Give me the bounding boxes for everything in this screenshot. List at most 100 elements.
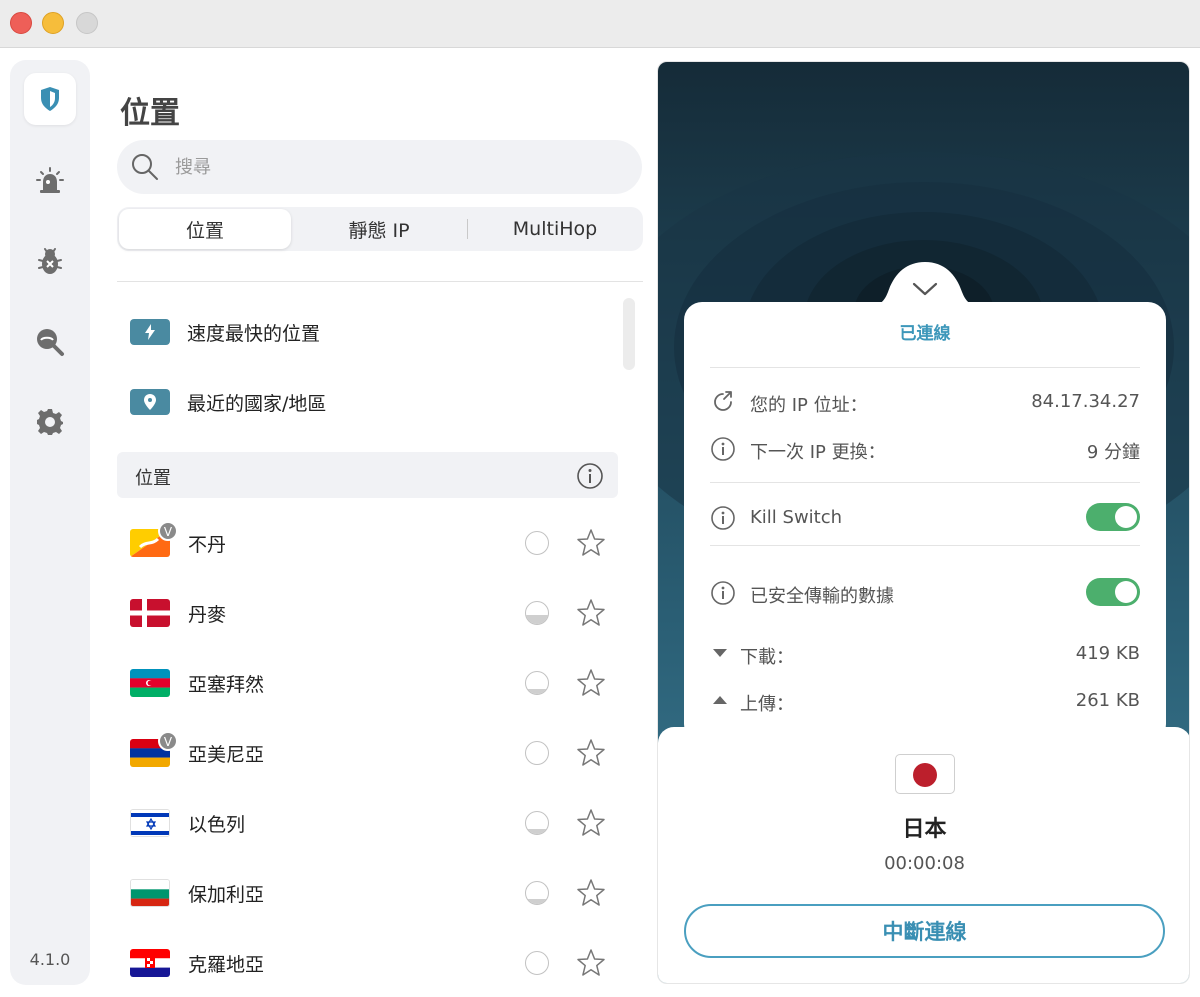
kill-switch-row: Kill Switch: [710, 503, 1140, 533]
next-ip-label: 下一次 IP 更換：: [750, 442, 886, 463]
scrollbar-thumb[interactable]: [623, 298, 635, 370]
country-row[interactable]: V 不丹: [117, 508, 618, 578]
virtual-location-badge: V: [158, 521, 178, 541]
gear-icon: [37, 409, 63, 435]
download-label: 下載：: [740, 647, 794, 668]
recent-countries-item[interactable]: 最近的國家/地區: [130, 382, 326, 422]
toggle-knob: [1115, 581, 1137, 603]
sidebar-item-alerts[interactable]: [24, 155, 76, 207]
next-ip-value: 9 分鐘: [1086, 442, 1140, 463]
flag-croatia-icon: [130, 949, 170, 977]
favorite-star-icon[interactable]: [576, 948, 606, 978]
info-icon[interactable]: [710, 580, 736, 606]
divider: [710, 545, 1140, 546]
disconnect-button[interactable]: 中斷連線: [684, 904, 1165, 958]
secure-data-label: 已安全傳輸的數據: [750, 586, 894, 607]
country-row[interactable]: 亞塞拜然: [117, 648, 618, 718]
server-load-indicator: [525, 741, 549, 765]
tab-multihop[interactable]: MultiHop: [469, 209, 641, 249]
fastest-location-label: 速度最快的位置: [187, 322, 321, 345]
download-value: 419 KB: [1075, 643, 1140, 664]
window-titlebar: [0, 0, 1200, 48]
app-version: 4.1.0: [29, 950, 71, 969]
sidebar-item-antivirus[interactable]: [24, 235, 76, 287]
favorite-star-icon[interactable]: [576, 598, 606, 628]
alarm-icon: [36, 167, 64, 193]
tab-divider: [467, 219, 468, 239]
info-icon[interactable]: [710, 436, 736, 462]
server-load-indicator: [525, 671, 549, 695]
sidebar-item-locations[interactable]: [24, 73, 76, 125]
info-icon[interactable]: [576, 462, 604, 490]
ip-label: 您的 IP 位址：: [750, 395, 868, 416]
flag-japan-icon: [895, 754, 955, 794]
sidebar-item-settings[interactable]: [24, 396, 76, 448]
server-load-indicator: [525, 881, 549, 905]
connected-country: 日本: [902, 817, 947, 842]
tab-static-ip[interactable]: 靜態 IP: [293, 209, 465, 249]
favorite-star-icon[interactable]: [576, 808, 606, 838]
kill-switch-label: Kill Switch: [750, 507, 843, 528]
kill-switch-toggle[interactable]: [1086, 503, 1140, 531]
info-icon[interactable]: [710, 505, 736, 531]
upload-arrow-icon: [713, 696, 727, 704]
flag-israel-icon: [130, 809, 170, 837]
server-load-indicator: [525, 601, 549, 625]
divider: [117, 281, 643, 282]
locations-section-header: 位置: [117, 452, 618, 498]
divider: [710, 367, 1140, 368]
connection-status: 已連線: [899, 324, 951, 344]
favorite-star-icon[interactable]: [576, 878, 606, 908]
search-bar: [117, 140, 642, 194]
country-name: 丹麥: [188, 604, 227, 626]
country-row[interactable]: 保加利亞: [117, 858, 618, 928]
country-row[interactable]: 丹麥: [117, 578, 618, 648]
privacy-search-icon: [37, 329, 64, 356]
zoom-window-button[interactable]: [76, 12, 98, 34]
country-name: 不丹: [188, 534, 227, 556]
search-input[interactable]: [175, 150, 615, 184]
locations-panel: 位置 位置 靜態 IP MultiHop 速度最快的位置 最近的國家/地區 位置: [100, 60, 645, 990]
fastest-location-item[interactable]: 速度最快的位置: [130, 312, 320, 352]
connection-panel: 已連線 您的 IP 位址： 84.17.34.27 下一次 IP 更換： 9 分…: [657, 61, 1190, 984]
connection-timer: 00:00:08: [884, 853, 965, 874]
next-ip-row: 下一次 IP 更換： 9 分鐘: [710, 434, 1140, 464]
download-row: 下載： 419 KB: [710, 639, 1140, 669]
favorite-star-icon[interactable]: [576, 668, 606, 698]
ip-value: 84.17.34.27: [1031, 391, 1140, 412]
recent-countries-label: 最近的國家/地區: [187, 392, 327, 415]
page-title: 位置: [120, 96, 180, 131]
favorite-star-icon[interactable]: [576, 528, 606, 558]
server-load-indicator: [525, 811, 549, 835]
section-title: 位置: [135, 468, 171, 489]
sidebar-item-privacy[interactable]: [24, 316, 76, 368]
country-name: 亞塞拜然: [188, 674, 265, 696]
country-name: 保加利亞: [188, 884, 265, 906]
divider: [710, 482, 1140, 483]
secure-data-row: 已安全傳輸的數據: [710, 578, 1140, 608]
download-arrow-icon: [713, 649, 727, 657]
flag-bulgaria-icon: [130, 879, 170, 907]
sidebar: 4.1.0: [10, 60, 90, 985]
flag-denmark-icon: [130, 599, 170, 627]
country-name: 以色列: [188, 814, 246, 836]
favorite-star-icon[interactable]: [576, 738, 606, 768]
bug-icon: [38, 248, 62, 274]
country-row[interactable]: 克羅地亞: [117, 928, 618, 990]
location-type-tabs: 位置 靜態 IP MultiHop: [117, 207, 643, 251]
secure-data-toggle[interactable]: [1086, 578, 1140, 606]
close-window-button[interactable]: [10, 12, 32, 34]
country-row[interactable]: 以色列: [117, 788, 618, 858]
location-pin-icon: [130, 389, 170, 415]
chevron-down-icon[interactable]: [910, 280, 940, 298]
upload-label: 上傳：: [740, 694, 794, 715]
upload-row: 上傳： 261 KB: [710, 686, 1140, 716]
server-load-indicator: [525, 531, 549, 555]
country-name: 亞美尼亞: [188, 744, 265, 766]
tab-locations[interactable]: 位置: [119, 209, 291, 249]
country-row[interactable]: V 亞美尼亞: [117, 718, 618, 788]
minimize-window-button[interactable]: [42, 12, 64, 34]
country-name: 克羅地亞: [188, 954, 265, 976]
server-load-indicator: [525, 951, 549, 975]
flag-azerbaijan-icon: [130, 669, 170, 697]
